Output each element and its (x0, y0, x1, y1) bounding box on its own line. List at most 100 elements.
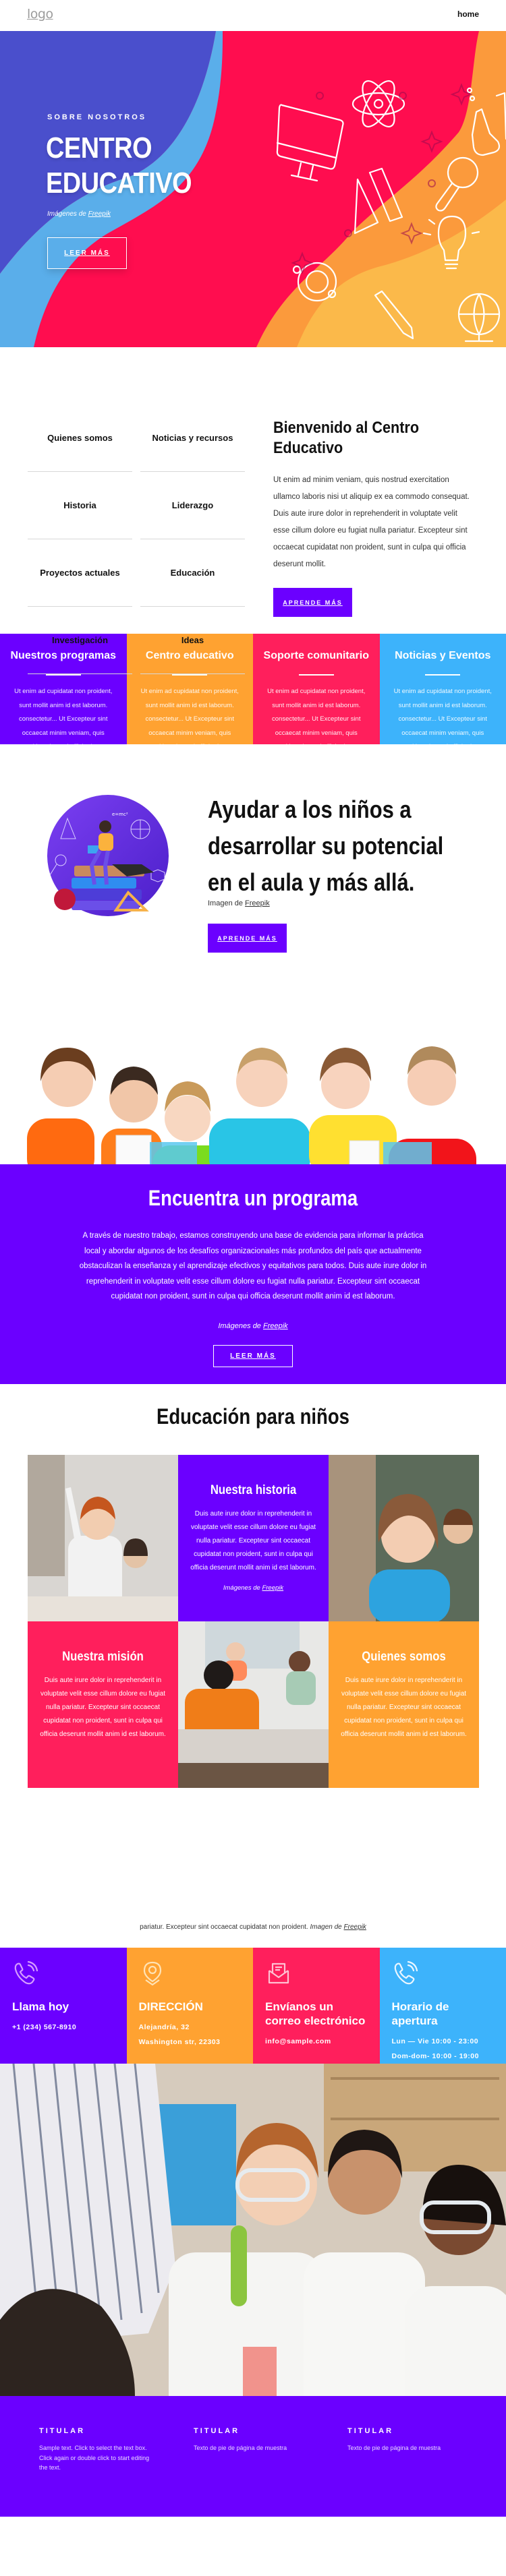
education-title: Educación para niños (157, 1404, 349, 1429)
contact-cards: Llama hoy +1 (234) 567-8910 DIRECCIÓN Al… (0, 1948, 506, 2064)
contact-line: Alejandría, 32 (138, 2023, 190, 2031)
footer-column-text: Texto de pie de página de muestra (194, 2445, 287, 2451)
quick-link-noticias[interactable]: Noticias y recursos (140, 405, 245, 472)
quienes-somos-title: Quienes somos (362, 1650, 446, 1664)
program-credit-prefix: Imágenes de (218, 1321, 263, 1330)
education-caption: pariatur. Excepteur sint occaecat cupida… (0, 1923, 506, 1931)
footer-column-title: TITULAR (39, 2427, 86, 2435)
find-program-section: Encuentra un programa A través de nuestr… (0, 1164, 506, 1384)
hero-title-line-1: CENTRO (46, 131, 152, 164)
historia-freepik-link[interactable]: Freepik (262, 1584, 283, 1592)
contact-title: Llama hoy (12, 2000, 69, 2013)
kids-photo-placeholder (0, 1000, 506, 1164)
contact-title: Envíanos un correo electrónico (265, 2000, 366, 2027)
ayudar-title: Ayudar a los niños a desarrollar su pote… (208, 796, 444, 896)
photo-placeholder (178, 1621, 329, 1788)
find-program-read-more-button[interactable]: LEER MÁS (213, 1344, 293, 1367)
footer-column-title: TITULAR (194, 2427, 240, 2435)
contact-card-hours: Horario de apertura Lun — Vie 10:00 - 23… (379, 1948, 506, 2064)
quienes-somos-body: Duis aute irure dolor in reprehenderit i… (341, 1677, 467, 1738)
hero-read-more-button[interactable]: LEER MÁS (47, 237, 127, 269)
lab-photo-placeholder (0, 2064, 506, 2396)
feature-card-soporte: Soporte comunitario Ut enim ad cupidatat… (253, 634, 380, 750)
education-section: Educación para niños Nuestra historia Du… (0, 1384, 506, 1948)
footer-column-title: TITULAR (347, 2427, 394, 2435)
welcome-title: Bienvenido al Centro Educativo (273, 419, 420, 457)
phone-icon (394, 1960, 418, 1985)
contact-line: Washington str, 22303 (138, 2038, 221, 2046)
footer-column-text: Sample text. Click to select the text bo… (39, 2445, 150, 2471)
phone-icon (14, 1960, 38, 1985)
feature-divider (45, 674, 81, 676)
contact-title: Horario de apertura (391, 2000, 449, 2027)
ayudar-image-credit: Imagen de Freepik (208, 899, 270, 907)
find-program-body: A través de nuestro trabajo, estamos con… (79, 1232, 427, 1300)
nav-link-home[interactable]: home (457, 9, 479, 19)
quick-link-historia[interactable]: Historia (28, 472, 132, 539)
program-freepik-link[interactable]: Freepik (263, 1322, 288, 1330)
welcome-body: Ut enim ad minim veniam, quis nostrud ex… (273, 476, 470, 568)
science-lab-photo (0, 2064, 506, 2396)
contact-line[interactable]: info@sample.com (265, 2037, 368, 2045)
hero-section: SOBRE NOSOTROS CENTRO EDUCATIVO Imágenes… (0, 31, 506, 347)
footer-column: TITULAR Sample text. Click to select the… (39, 2427, 154, 2473)
footer-column: TITULAR Texto de pie de página de muestr… (194, 2427, 308, 2453)
mision-card: Nuestra misión Duis aute irure dolor in … (28, 1621, 178, 1788)
contact-line: Lun — Vie 10:00 - 23:00 (391, 2037, 479, 2045)
quick-link-ideas[interactable]: Ideas (140, 607, 245, 674)
footer-column-text: Texto de pie de página de muestra (347, 2445, 441, 2451)
ayudar-section: e=mc² Ayudar a los niños a desarrollar s… (0, 744, 506, 1000)
caption-credit-prefix: Imagen de (310, 1923, 344, 1931)
historia-card: Nuestra historia Duis aute irure dolor i… (178, 1455, 329, 1621)
feature-divider (298, 674, 334, 676)
find-program-title: Encuentra un programa (148, 1186, 358, 1210)
classroom-photo-raised-hand (28, 1455, 178, 1621)
contact-card-phone: Llama hoy +1 (234) 567-8910 (0, 1948, 127, 2064)
ayudar-learn-more-button[interactable]: APRENDE MÁS (208, 924, 287, 953)
contact-card-email: Envíanos un correo electrónico info@samp… (253, 1948, 380, 2064)
student-on-books-illustration: e=mc² (47, 795, 169, 916)
quick-link-investigacion[interactable]: Investigación (28, 607, 132, 674)
contact-line[interactable]: +1 (234) 567-8910 (12, 2023, 115, 2031)
feature-divider (425, 674, 461, 676)
location-pin-icon (143, 1961, 161, 1986)
photo-placeholder (28, 1455, 178, 1621)
historia-credit: Imágenes de Freepik (178, 1584, 329, 1592)
quick-link-educacion[interactable]: Educación (140, 539, 245, 607)
site-header: logo home (0, 0, 506, 31)
caption-freepik-link[interactable]: Freepik (344, 1923, 366, 1931)
classroom-photo-smiling-girl (329, 1455, 479, 1621)
mail-icon (268, 1963, 289, 1984)
kids-group-photo (0, 1000, 506, 1164)
hero-credit-prefix: Imágenes de (47, 210, 88, 218)
caption-text: pariatur. Excepteur sint occaecat cupida… (140, 1923, 310, 1931)
classroom-photo-writing (178, 1621, 329, 1788)
quick-link-quienes-somos[interactable]: Quienes somos (28, 405, 132, 472)
welcome-block: Bienvenido al Centro Educativo Ut enim a… (273, 418, 476, 617)
ayudar-freepik-link[interactable]: Freepik (245, 899, 270, 907)
hero-freepik-link[interactable]: Freepik (88, 210, 111, 218)
hero-image-credit: Imágenes de Freepik (47, 210, 111, 218)
intro-section: Quienes somos Noticias y recursos Histor… (0, 347, 506, 674)
feature-card-noticias: Noticias y Eventos Ut enim ad cupidatat … (379, 634, 506, 750)
hero-title-line-2: EDUCATIVO (46, 167, 192, 200)
site-footer: TITULAR Sample text. Click to select the… (0, 2396, 506, 2517)
education-grid: Nuestra historia Duis aute irure dolor i… (28, 1455, 479, 1788)
mision-body: Duis aute irure dolor in reprehenderit i… (40, 1677, 166, 1738)
formula-text: e=mc² (112, 812, 128, 817)
historia-body: Duis aute irure dolor in reprehenderit i… (190, 1510, 316, 1571)
quick-link-liderazgo[interactable]: Liderazgo (140, 472, 245, 539)
footer-column: TITULAR Texto de pie de página de muestr… (347, 2427, 462, 2453)
feature-divider (172, 674, 208, 676)
logo[interactable]: logo (27, 7, 53, 22)
welcome-learn-more-button[interactable]: APRENDE MÁS (273, 588, 352, 617)
historia-credit-prefix: Imágenes de (223, 1584, 262, 1592)
ayudar-credit-prefix: Imagen de (208, 899, 246, 907)
contact-line: Dom-dom- 10:00 - 19:00 (391, 2052, 479, 2060)
quick-link-proyectos[interactable]: Proyectos actuales (28, 539, 132, 607)
hero-eyebrow: SOBRE NOSOTROS (47, 113, 147, 121)
feature-title: Noticias y Eventos (395, 650, 491, 661)
contact-title: DIRECCIÓN (138, 2000, 203, 2013)
contact-card-address: DIRECCIÓN Alejandría, 32 Washington str,… (126, 1948, 253, 2064)
find-program-credit: Imágenes de Freepik (0, 1322, 506, 1330)
